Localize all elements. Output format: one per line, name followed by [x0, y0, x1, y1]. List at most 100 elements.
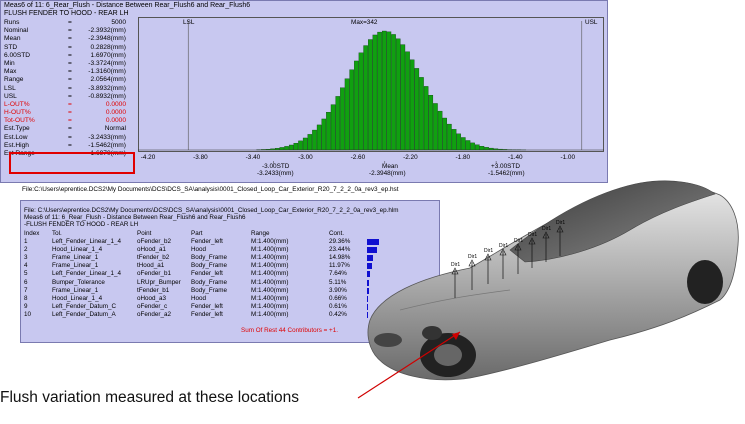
stat-equals: = — [68, 68, 72, 76]
stat-equals: = — [68, 109, 72, 117]
cell-cont: 11.97% — [329, 262, 350, 270]
cell-part: Body_Frame — [191, 262, 228, 270]
x-tick-label: -4.20 — [141, 154, 156, 161]
stat-row: Max = -1.3160(mm) — [4, 68, 126, 76]
cell-tol: Bumper_Tolerance — [52, 278, 105, 286]
stat-equals: = — [68, 51, 72, 59]
histogram-bar — [465, 140, 471, 151]
histogram-bar — [433, 103, 438, 151]
histogram-bar — [358, 52, 364, 151]
histogram-bar — [461, 137, 466, 151]
cell-index: 2 — [24, 246, 28, 254]
cell-range: M:1.400(mm) — [251, 238, 289, 246]
cell-range: M:1.400(mm) — [251, 294, 289, 302]
histogram-bar — [363, 45, 368, 151]
cell-tol: Frame_Linear_1 — [52, 286, 99, 294]
header-cont: Cont. — [329, 230, 345, 237]
histogram-bar — [414, 68, 420, 151]
cell-index: 5 — [24, 270, 28, 278]
contributors-name-line: -FLUSH FENDER TO HOOD - REAR LH — [24, 221, 139, 228]
cell-cont: 29.36% — [329, 238, 351, 246]
usl-label: USL — [585, 19, 598, 26]
caption-text: Flush variation measured at these locati… — [0, 389, 299, 406]
stat-label: Range — [4, 76, 24, 84]
stat-row: Runs = 5000 — [4, 19, 126, 27]
histogram-bar — [344, 78, 350, 151]
histogram-bar — [381, 30, 387, 151]
cell-index: 10 — [24, 310, 32, 318]
cell-part: Fender_left — [191, 238, 223, 246]
stat-label: USL — [4, 92, 17, 100]
cell-range: M:1.400(mm) — [251, 254, 289, 262]
histogram-bar — [298, 140, 303, 151]
cell-part: Body_Frame — [191, 286, 228, 294]
cell-cont: 3.90% — [329, 286, 347, 294]
histogram-bar — [377, 31, 382, 151]
cell-index: 7 — [24, 286, 28, 294]
cell-point: tHood_a1 — [137, 262, 165, 270]
rear-wheel — [687, 260, 723, 304]
cell-index: 9 — [24, 302, 28, 310]
cell-part: Hood — [191, 246, 207, 254]
cell-point: oFender_b1 — [137, 270, 171, 278]
stat-row: STD = 0.2828(mm) — [4, 44, 126, 52]
histogram-bar — [437, 110, 443, 151]
cell-range: M:1.400(mm) — [251, 310, 289, 318]
histogram-title: Meas6 of 11: 6_Rear_Flush - Distance Bet… — [4, 2, 250, 18]
stat-equals: = — [68, 133, 72, 141]
stat-equals: = — [68, 35, 72, 43]
cell-point: oFender_c — [137, 302, 168, 310]
cell-point: tFender_b2 — [137, 254, 170, 262]
stat-value: -0.8932(mm) — [88, 92, 126, 100]
marker-label: Dir1 — [451, 262, 460, 268]
cell-tol: Hood_Linear_1_4 — [52, 294, 103, 302]
stat-row: Mean = -2.3948(mm) — [4, 35, 126, 43]
cell-tol: Left_Fender_Linear_1_4 — [52, 270, 121, 278]
stat-label: Max — [4, 68, 17, 76]
stat-value: 0.0000 — [105, 117, 126, 125]
histogram-bar — [386, 31, 392, 151]
cell-point: LRUpr_Bumper — [137, 278, 181, 286]
stat-label: STD — [4, 43, 18, 51]
stat-row: L-OUT% = 0.0000 — [4, 101, 126, 109]
cell-range: M:1.400(mm) — [251, 286, 289, 294]
est-range-highlight-box — [9, 152, 135, 174]
marker-label: Dir1 — [528, 232, 537, 238]
stat-label: Mean — [4, 35, 21, 43]
histogram-bar — [312, 129, 317, 151]
stat-row: Nominal = -2.3932(mm) — [4, 27, 126, 35]
cell-cont: 0.61% — [329, 302, 347, 310]
histogram-bar — [307, 134, 313, 151]
stat-row: Min = -3.3724(mm) — [4, 60, 126, 68]
cell-cont: 7.64% — [329, 270, 347, 278]
header-part: Part — [191, 230, 203, 237]
cell-cont: 14.98% — [329, 254, 351, 262]
histogram-bar — [405, 51, 410, 151]
header-point: Point — [137, 230, 152, 237]
cell-cont: 23.44% — [329, 246, 351, 254]
stat-label: Est.Low — [4, 133, 28, 141]
stat-label: Tot-OUT% — [4, 117, 35, 125]
marker-label: Dir1 — [542, 226, 551, 232]
cell-part: Body_Frame — [191, 254, 228, 262]
stat-equals: = — [68, 84, 72, 92]
cell-range: M:1.400(mm) — [251, 302, 289, 310]
stat-row: 6.00STD = 1.6970(mm) — [4, 52, 126, 60]
stat-label: Nominal — [4, 27, 29, 35]
cell-tol: Left_Fender_Datum_C — [52, 302, 117, 310]
cell-range: M:1.400(mm) — [251, 246, 289, 254]
cell-cont: 0.66% — [329, 294, 347, 302]
stat-row: Est.Low = -3.2433(mm) — [4, 134, 126, 142]
histogram-bar — [302, 137, 308, 151]
cell-tol: Frame_Linear_1 — [52, 262, 99, 270]
marker-label: Dir1 — [556, 220, 565, 226]
header-tol: Tol. — [52, 230, 62, 237]
cell-point: oHood_a1 — [137, 246, 167, 254]
stat-label: Runs — [4, 19, 20, 26]
histogram-bar — [447, 123, 452, 151]
cell-point: oFender_b2 — [137, 238, 171, 246]
stat-row: H-OUT% = 0.0000 — [4, 109, 126, 117]
header-range: Range — [251, 230, 270, 237]
histogram-bar — [326, 111, 331, 151]
histogram-bar — [423, 86, 429, 151]
